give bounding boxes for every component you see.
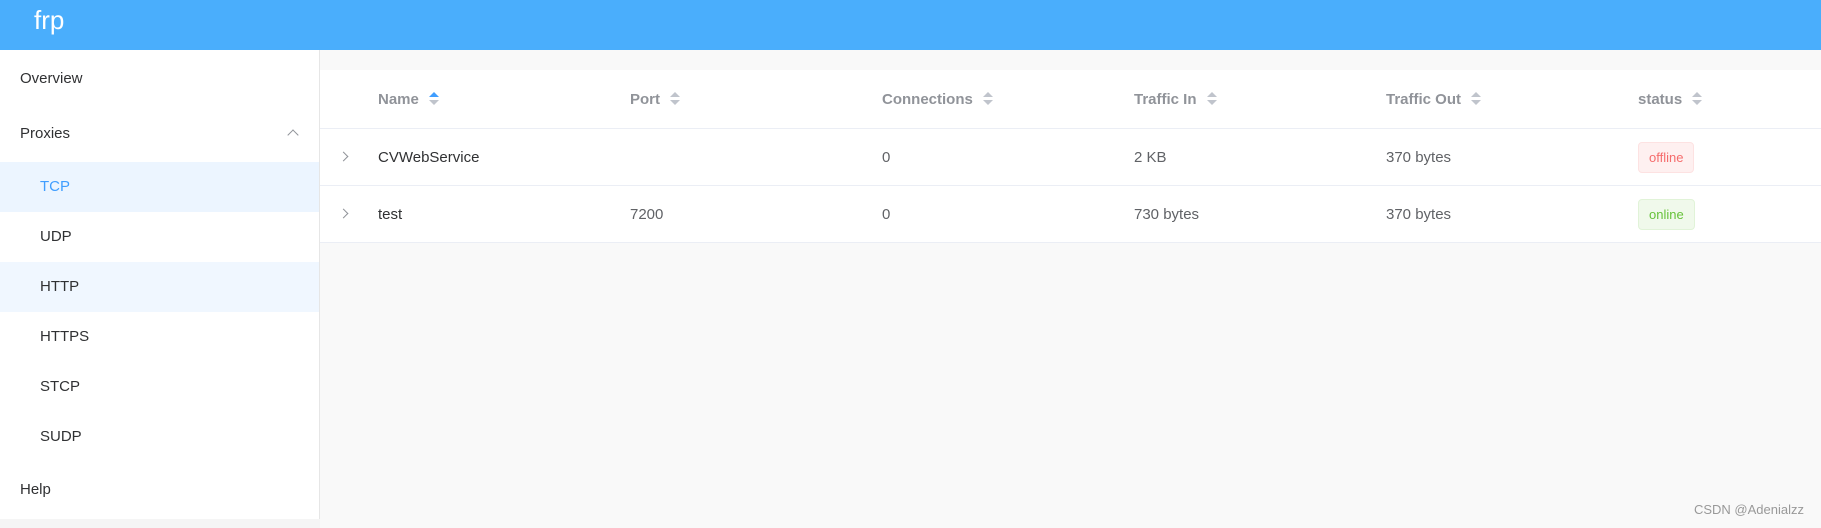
cell-traffic-in: 730 bytes [1134, 206, 1200, 223]
column-header-label: Traffic In [1134, 91, 1197, 108]
status-badge: online [1638, 199, 1695, 230]
sort-icon[interactable] [983, 92, 994, 106]
column-header-label: Name [378, 91, 419, 108]
top-header: frp [0, 0, 1821, 50]
status-badge: offline [1638, 142, 1695, 173]
expand-row-icon[interactable] [338, 208, 349, 219]
main-content: Name Port Connections Traffic In Traffic… [320, 50, 1821, 528]
sidebar-item-label: HTTP [40, 278, 80, 295]
sidebar-item-label: Overview [20, 70, 83, 87]
column-header-label: Port [630, 91, 660, 108]
chevron-up-icon [287, 129, 299, 141]
sidebar-item-label: Proxies [20, 125, 71, 142]
cell-name: test [378, 206, 403, 223]
sidebar-item-overview[interactable]: Overview [0, 54, 319, 104]
column-header-connections[interactable]: Connections [882, 70, 994, 129]
column-header-label: Traffic Out [1386, 91, 1462, 108]
sidebar-item-label: SUDP [40, 428, 82, 445]
sidebar-item-https[interactable]: HTTPS [0, 312, 319, 362]
sidebar-item-label: Help [20, 481, 51, 498]
column-header-traffic-in[interactable]: Traffic In [1134, 70, 1217, 129]
table-header: Name Port Connections Traffic In Traffic… [320, 70, 1821, 129]
sidebar-menu: Overview Proxies TCP UDP HTTP HTTPS STCP… [0, 50, 320, 519]
sort-icon[interactable] [670, 92, 681, 106]
cell-connections: 0 [882, 206, 891, 223]
sort-icon[interactable] [1206, 92, 1217, 106]
proxies-table: Name Port Connections Traffic In Traffic… [320, 70, 1821, 243]
cell-name: CVWebService [378, 149, 480, 166]
column-header-name[interactable]: Name [378, 70, 440, 129]
watermark: CSDN @Adenialzz [1693, 502, 1804, 517]
sidebar-item-help[interactable]: Help [0, 465, 319, 515]
table-row[interactable]: test 7200 0 730 bytes 370 bytes online [320, 186, 1821, 243]
sidebar-item-tcp[interactable]: TCP [0, 162, 319, 212]
sidebar-item-sudp[interactable]: SUDP [0, 412, 319, 462]
sidebar-item-http[interactable]: HTTP [0, 262, 319, 312]
sidebar-item-proxies[interactable]: Proxies [0, 109, 319, 159]
column-header-traffic-out[interactable]: Traffic Out [1386, 70, 1482, 129]
cell-port: 7200 [630, 206, 664, 223]
column-header-label: status [1638, 91, 1683, 108]
sidebar-item-stcp[interactable]: STCP [0, 362, 319, 412]
sort-icon[interactable] [1471, 92, 1482, 106]
brand-logo[interactable]: frp [34, 4, 64, 36]
sidebar-item-label: TCP [40, 178, 70, 195]
cell-traffic-out: 370 bytes [1386, 149, 1452, 166]
column-header-port[interactable]: Port [630, 70, 681, 129]
expand-row-icon[interactable] [338, 151, 349, 162]
table-row[interactable]: CVWebService 0 2 KB 370 bytes offline [320, 129, 1821, 186]
sidebar-item-label: STCP [40, 378, 81, 395]
sidebar-item-udp[interactable]: UDP [0, 212, 319, 262]
sort-ascending-icon[interactable] [429, 92, 440, 106]
sidebar-item-label: HTTPS [40, 328, 90, 345]
sidebar-item-label: UDP [40, 228, 72, 245]
sort-icon[interactable] [1692, 92, 1703, 106]
column-header-status[interactable]: status [1638, 70, 1703, 129]
cell-traffic-out: 370 bytes [1386, 206, 1452, 223]
cell-traffic-in: 2 KB [1134, 149, 1167, 166]
cell-connections: 0 [882, 149, 891, 166]
column-header-label: Connections [882, 91, 973, 108]
